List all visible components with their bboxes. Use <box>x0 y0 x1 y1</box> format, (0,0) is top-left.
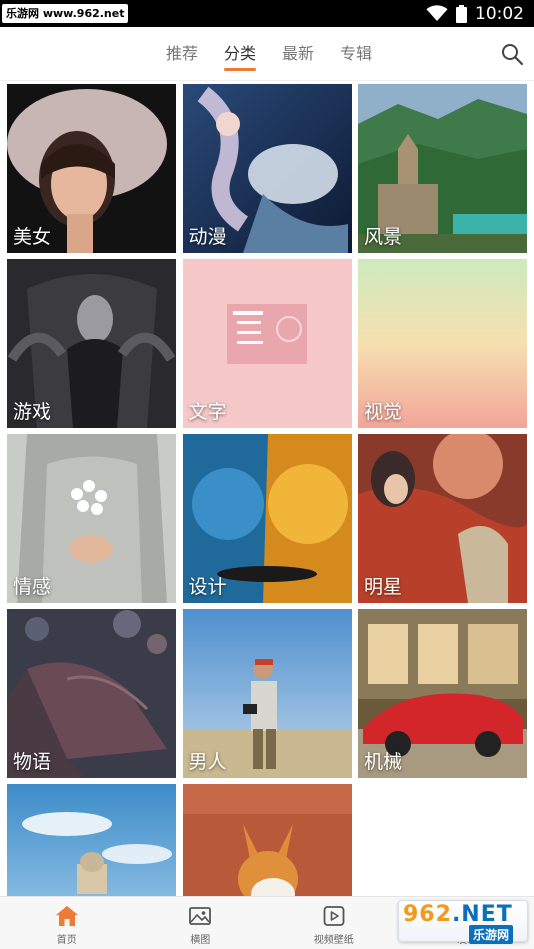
tab-latest[interactable]: 最新 <box>282 27 314 81</box>
category-emotion[interactable]: 情感 <box>7 434 176 603</box>
corgi-dog-image <box>182 784 352 896</box>
category-design[interactable]: 设计 <box>182 434 352 603</box>
category-city[interactable] <box>7 784 176 896</box>
category-label: 美女 <box>13 226 52 248</box>
tab-album[interactable]: 专辑 <box>340 27 372 81</box>
category-text[interactable]: 文字 <box>182 259 352 428</box>
category-pets[interactable] <box>182 784 352 896</box>
watermark-net: .NET <box>451 902 513 927</box>
clock: 10:02 <box>475 3 524 24</box>
category-label: 男人 <box>188 751 227 773</box>
site-badge: 乐游网 www.962.net <box>2 4 129 23</box>
nav-landscape[interactable]: 横图 <box>134 897 268 949</box>
wifi-icon <box>426 5 448 21</box>
category-story[interactable]: 物语 <box>7 609 176 778</box>
category-beauty[interactable]: 美女 <box>7 84 176 253</box>
battery-icon <box>456 4 467 23</box>
nav-home[interactable]: 首页 <box>0 897 134 949</box>
category-label: 明星 <box>364 576 403 598</box>
status-bar: 乐游网 www.962.net 10:02 <box>0 0 534 27</box>
category-grid: 美女 动漫 风景 游戏 文字 视觉 情感 设计 明星 物语 男人 机械 <box>7 84 527 896</box>
status-icons: 10:02 <box>426 0 524 27</box>
category-label: 视觉 <box>364 401 403 423</box>
category-label: 情感 <box>13 576 52 598</box>
category-label: 游戏 <box>13 401 52 423</box>
site-watermark: 962.NET 乐游网 <box>398 900 528 944</box>
watermark-logo: 962.NET <box>403 902 513 927</box>
tab-recommend[interactable]: 推荐 <box>166 27 198 81</box>
nav-label: 视频壁纸 <box>313 935 354 946</box>
category-label: 物语 <box>13 751 52 773</box>
category-games[interactable]: 游戏 <box>7 259 176 428</box>
nav-video-wallpaper[interactable]: 视频壁纸 <box>267 897 401 949</box>
tab-bar: 推荐 分类 最新 专辑 <box>0 27 534 81</box>
category-stars[interactable]: 明星 <box>358 434 527 603</box>
search-icon[interactable] <box>500 42 524 66</box>
watermark-sub: 乐游网 <box>469 925 514 944</box>
city-sky-image <box>7 784 176 896</box>
play-icon <box>323 906 345 926</box>
category-visual[interactable]: 视觉 <box>358 259 527 428</box>
category-anime[interactable]: 动漫 <box>182 84 352 253</box>
category-machinery[interactable]: 机械 <box>358 609 527 778</box>
tab-category[interactable]: 分类 <box>223 27 257 81</box>
category-label: 风景 <box>364 226 403 248</box>
watermark-digits: 962 <box>403 902 452 927</box>
category-label: 机械 <box>364 751 403 773</box>
image-icon <box>189 907 212 925</box>
nav-label: 横图 <box>190 935 211 946</box>
top-nav: 推荐 分类 最新 专辑 <box>0 27 534 81</box>
category-men[interactable]: 男人 <box>182 609 352 778</box>
nav-label: 首页 <box>56 935 77 946</box>
category-label: 设计 <box>188 576 227 598</box>
home-icon <box>55 906 78 926</box>
category-label: 动漫 <box>188 226 227 248</box>
category-scenery[interactable]: 风景 <box>358 84 527 253</box>
category-label: 文字 <box>188 401 227 423</box>
